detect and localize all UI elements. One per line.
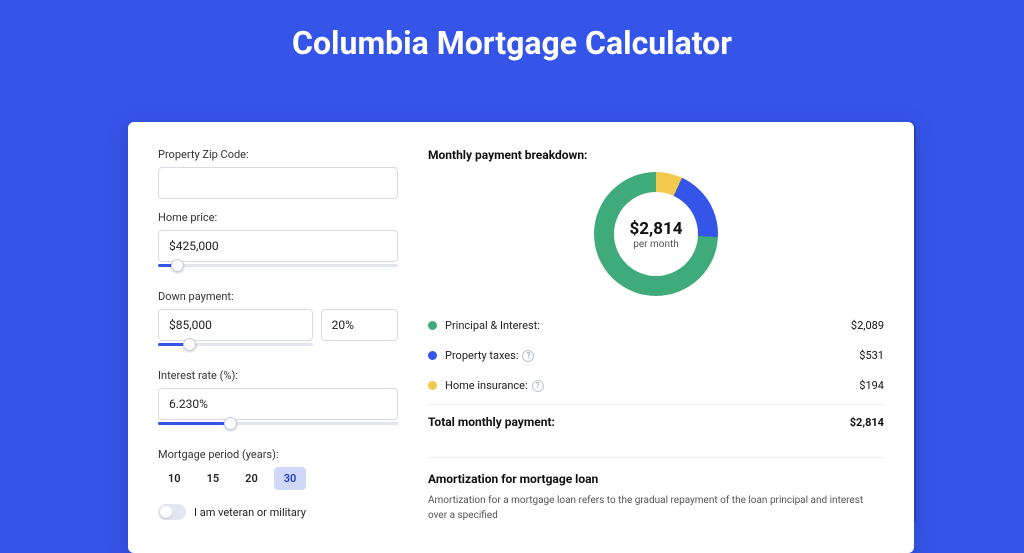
home-price-input[interactable] xyxy=(158,230,398,262)
veteran-row: I am veteran or military xyxy=(158,504,398,520)
total-amount: $2,814 xyxy=(850,416,884,429)
breakdown-panel: Monthly payment breakdown: $2,814 per mo… xyxy=(428,148,884,523)
slider-fill xyxy=(158,422,230,425)
total-row: Total monthly payment: $2,814 xyxy=(428,404,884,439)
period-options: 10 1520 30 xyxy=(158,467,398,490)
slider-thumb[interactable] xyxy=(183,338,196,351)
period-option-30[interactable]: 30 xyxy=(274,467,307,490)
slider-thumb[interactable] xyxy=(171,259,184,272)
veteran-toggle[interactable] xyxy=(158,504,186,520)
legend-amount: $194 xyxy=(859,379,884,392)
down-payment-field: Down payment: xyxy=(158,290,398,357)
rate-slider[interactable] xyxy=(158,422,398,436)
donut-center: $2,814 per month xyxy=(614,192,698,276)
veteran-label: I am veteran or military xyxy=(194,506,306,519)
period-option-10[interactable]: 10 xyxy=(158,467,191,490)
down-payment-input[interactable] xyxy=(158,309,313,341)
donut-value: $2,814 xyxy=(630,219,683,239)
slider-track xyxy=(158,264,398,267)
amortization-title: Amortization for mortgage loan xyxy=(428,472,884,486)
zip-label: Property Zip Code: xyxy=(158,148,398,161)
period-option-20[interactable]: 20 xyxy=(235,467,268,490)
home-price-label: Home price: xyxy=(158,211,398,224)
legend-amount: $2,089 xyxy=(851,319,884,332)
down-payment-slider[interactable] xyxy=(158,343,313,357)
rate-field: Interest rate (%): xyxy=(158,369,398,436)
divider xyxy=(428,457,884,458)
donut-ring: $2,814 per month xyxy=(594,172,718,296)
legend-list: Principal & Interest: $2,089 Property taxe… xyxy=(428,310,884,400)
legend-row: Principal & Interest: $2,089 xyxy=(428,310,884,340)
form-panel: Property Zip Code: Home price: Down paym… xyxy=(158,148,398,523)
amortization-section: Amortization for mortgage loan Amortizat… xyxy=(428,457,884,523)
legend-amount: $531 xyxy=(859,349,884,362)
rate-label: Interest rate (%): xyxy=(158,369,398,382)
toggle-knob xyxy=(160,506,172,518)
info-icon[interactable]: ? xyxy=(522,350,534,362)
legend-label: Principal & Interest: xyxy=(445,319,540,332)
period-field: Mortgage period (years): 10 1520 30 xyxy=(158,448,398,490)
legend-dot-icon xyxy=(428,381,437,390)
rate-input[interactable] xyxy=(158,388,398,420)
total-label: Total monthly payment: xyxy=(428,415,555,429)
page-title: Columbia Mortgage Calculator xyxy=(0,0,1024,62)
breakdown-title: Monthly payment breakdown: xyxy=(428,148,884,162)
down-payment-label: Down payment: xyxy=(158,290,398,303)
legend-dot-icon xyxy=(428,321,437,330)
info-icon[interactable]: ? xyxy=(532,380,544,392)
legend-dot-icon xyxy=(428,351,437,360)
legend-row: Property taxes:? $531 xyxy=(428,340,884,370)
amortization-desc: Amortization for a mortgage loan refers … xyxy=(428,494,884,523)
home-price-slider[interactable] xyxy=(158,264,398,278)
down-payment-pct-input[interactable] xyxy=(321,309,398,341)
home-price-field: Home price: xyxy=(158,211,398,278)
donut-chart: $2,814 per month xyxy=(428,172,884,296)
donut-sub: per month xyxy=(633,239,679,250)
slider-thumb[interactable] xyxy=(224,417,237,430)
legend-label: Property taxes: xyxy=(445,349,518,362)
period-option-15[interactable]: 15 xyxy=(197,467,230,490)
legend-label: Home insurance: xyxy=(445,379,528,392)
zip-field: Property Zip Code: xyxy=(158,148,398,199)
zip-input[interactable] xyxy=(158,167,398,199)
legend-row: Home insurance:? $194 xyxy=(428,370,884,400)
calculator-card: Property Zip Code: Home price: Down paym… xyxy=(128,122,914,553)
period-label: Mortgage period (years): xyxy=(158,448,398,461)
